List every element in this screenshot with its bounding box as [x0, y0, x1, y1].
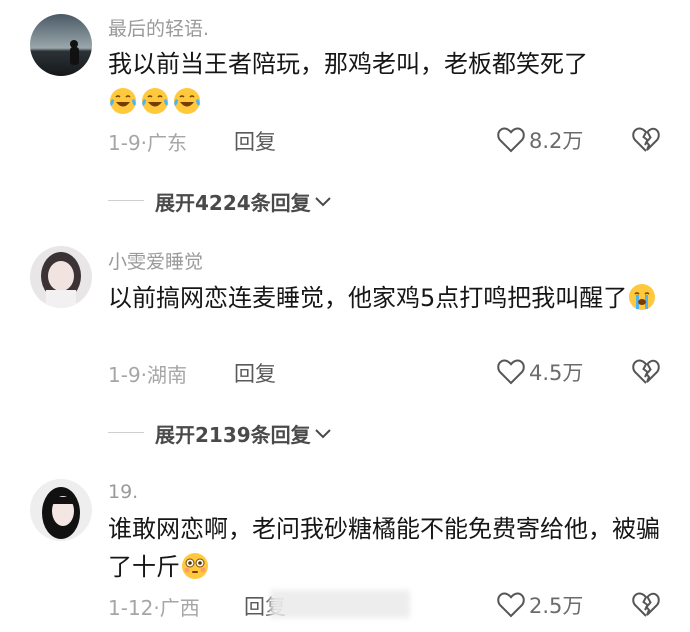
chevron-down-icon: [314, 196, 331, 206]
crying-face-icon: [627, 282, 657, 323]
heart-icon: [497, 127, 525, 153]
divider: [108, 432, 144, 433]
like-button[interactable]: 2.5万: [497, 590, 583, 620]
username[interactable]: 最后的轻语.: [108, 14, 209, 41]
expand-replies[interactable]: 展开4224条回复: [0, 185, 690, 215]
comment-meta: 1-9·广东: [108, 127, 187, 156]
comment-text-content: 我以前当王者陪玩，那鸡老叫，老板都笑死了: [108, 50, 588, 78]
comment-text: 谁敢网恋啊，老问我砂糖橘能不能免费寄给他，被骗了十斤: [108, 510, 668, 592]
comment-date: 1-9: [108, 131, 141, 155]
heart-icon: [497, 592, 525, 618]
expand-replies-label: 展开2139条回复: [155, 423, 311, 447]
like-button[interactable]: 8.2万: [497, 125, 583, 155]
like-button[interactable]: 4.5万: [497, 357, 583, 387]
avatar[interactable]: [30, 14, 92, 76]
comment-date: 1-12: [108, 596, 154, 620]
broken-heart-icon[interactable]: [632, 126, 660, 154]
comment-location: 湖南: [147, 363, 188, 387]
watermark-blur: [270, 590, 410, 618]
comment-text: 以前搞网恋连麦睡觉，他家鸡5点打鸣把我叫醒了: [108, 279, 668, 323]
divider: [108, 200, 144, 201]
expand-replies-label: 展开4224条回复: [155, 191, 311, 215]
laughing-crying-icon: [172, 86, 202, 127]
reply-button[interactable]: 回复: [234, 358, 276, 388]
reply-button[interactable]: 回复: [234, 126, 276, 156]
flushed-face-icon: [180, 551, 210, 592]
broken-heart-icon[interactable]: [632, 591, 660, 619]
comment-text-content: 以前搞网恋连麦睡觉，他家鸡5点打鸣把我叫醒了: [108, 284, 628, 312]
chevron-down-icon: [314, 428, 331, 438]
like-count: 4.5万: [529, 361, 584, 385]
heart-icon: [497, 359, 525, 385]
comment-text: 我以前当王者陪玩，那鸡老叫，老板都笑死了: [108, 45, 668, 127]
broken-heart-icon[interactable]: [632, 358, 660, 386]
laughing-crying-icon: [140, 86, 170, 127]
comment-date: 1-9: [108, 363, 141, 387]
comment-location: 广西: [159, 596, 200, 620]
expand-replies[interactable]: 展开2139条回复: [0, 417, 690, 447]
username[interactable]: 19.: [108, 481, 138, 503]
like-count: 2.5万: [529, 594, 584, 618]
avatar[interactable]: [30, 246, 92, 308]
username[interactable]: 小雯爱睡觉: [108, 247, 203, 274]
comment-meta: 1-9·湖南: [108, 359, 187, 388]
comment-meta: 1-12·广西: [108, 592, 200, 621]
comment-location: 广东: [147, 131, 188, 155]
like-count: 8.2万: [529, 129, 584, 153]
avatar[interactable]: [30, 479, 92, 541]
laughing-crying-icon: [108, 86, 138, 127]
